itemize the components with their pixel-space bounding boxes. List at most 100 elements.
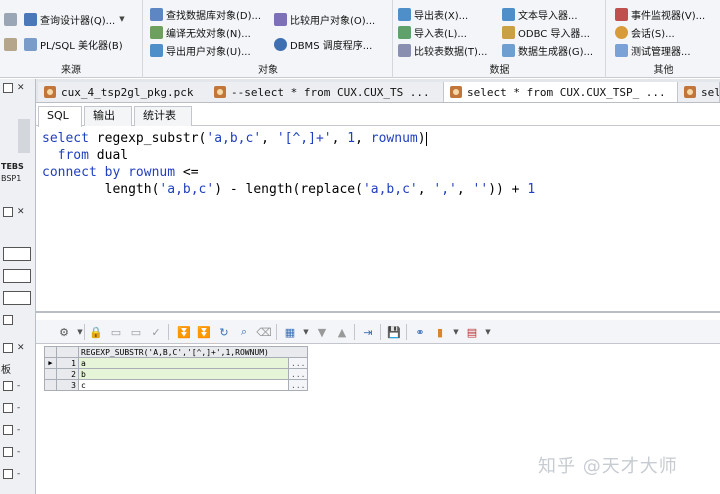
chevron-down-icon[interactable]: ▼ — [72, 324, 88, 340]
panel-scroll-thumb[interactable] — [18, 119, 30, 153]
close-icon[interactable]: ✕ — [17, 83, 25, 93]
list-checkbox-2[interactable] — [3, 403, 13, 413]
plsql-beautifier-button[interactable]: PL/SQL 美化器(B) — [24, 36, 123, 52]
connect-icon[interactable]: ⚭ — [412, 324, 428, 340]
find-db-objects-button[interactable]: 查找数据库对象(D)... — [150, 6, 261, 22]
refresh-icon[interactable]: ↻ — [216, 324, 232, 340]
fetch-last-icon[interactable]: ⏬ — [196, 324, 212, 340]
chart-icon[interactable]: ▮ — [432, 324, 448, 340]
panel-text-ban: 板 — [1, 364, 11, 376]
sessions-button[interactable]: 会话(S)... — [615, 24, 675, 40]
tab-sel[interactable]: sel — [678, 82, 720, 102]
compare-table-data-button[interactable]: 比较表数据(T)... — [398, 42, 487, 58]
panel-checkbox[interactable] — [3, 83, 13, 93]
sql-window-tabs: SQL 输出 统计表 — [36, 104, 720, 127]
fetch-next-icon[interactable]: ⏬ — [176, 324, 192, 340]
test-manager-button[interactable]: 测试管理器... — [615, 42, 691, 58]
tab-output[interactable]: 输出 — [84, 106, 132, 126]
export-user-objects-button[interactable]: 导出用户对象(U)... — [150, 42, 251, 58]
text-import-icon — [502, 7, 515, 21]
tab-select-cux-tsp[interactable]: select * from CUX.CUX_TSP_ ... — [444, 82, 678, 102]
ribbon-group-other: 事件监视器(V)... 会话(S)... 测试管理器... 其他 — [607, 0, 720, 78]
code-line: select regexp_substr('a,b,c', '[^,]+', 1… — [42, 130, 535, 147]
export-grid-icon[interactable]: ▤ — [464, 324, 480, 340]
compare-user-objects-button[interactable]: 比较用户对象(O)... — [274, 11, 375, 27]
ribbon-icon-small-2[interactable] — [4, 36, 20, 52]
panel-list-row-2[interactable]: - — [0, 401, 35, 415]
sql-editor[interactable]: select regexp_substr('a,b,c', '[^,]+', 1… — [36, 127, 720, 313]
panel-list-row-5[interactable]: - — [0, 467, 35, 481]
odbc-importer-button[interactable]: ODBC 导入器... — [502, 24, 590, 40]
results-grid[interactable]: REGEXP_SUBSTR('A,B,C','[^,]+',1,ROWNUM) … — [44, 346, 309, 391]
cell-value[interactable]: b — [78, 368, 289, 380]
save-icon[interactable]: 💾 — [386, 324, 402, 340]
ribbon-icon-small[interactable] — [4, 11, 20, 27]
close-icon-3[interactable]: ✕ — [17, 343, 25, 353]
event-monitor-button[interactable]: 事件监视器(V)... — [615, 6, 705, 22]
chevron-down-icon[interactable]: ▼ — [119, 15, 124, 23]
query-designer-button[interactable]: 查询设计器(Q)... ▼ — [24, 11, 125, 27]
clear-icon[interactable]: ⌫ — [256, 324, 272, 340]
cell-edit-button[interactable]: ... — [287, 379, 309, 391]
sort-down-icon[interactable]: ▼ — [314, 324, 330, 340]
cell-value[interactable]: c — [78, 379, 289, 391]
table-row[interactable]: ▶ 1 a ... — [44, 357, 309, 369]
list-checkbox-3[interactable] — [3, 425, 13, 435]
test-manager-icon — [615, 43, 628, 57]
data-generator-button[interactable]: 数据生成器(G)... — [502, 42, 593, 58]
list-checkbox-1[interactable] — [3, 381, 13, 391]
panel-list-row-1[interactable]: - — [0, 379, 35, 393]
tab-statistics[interactable]: 统计表 — [134, 106, 192, 126]
cell-edit-button[interactable]: ... — [287, 357, 309, 369]
import-table-icon — [398, 25, 411, 39]
lock-icon[interactable]: 🔒 — [88, 324, 104, 340]
chevron-down-icon[interactable]: ▼ — [298, 324, 314, 340]
list-checkbox-5[interactable] — [3, 469, 13, 479]
code-token: ',' — [433, 182, 457, 197]
binoculars-icon[interactable]: ⌕ — [236, 324, 252, 340]
panel-checkbox-4[interactable] — [3, 343, 13, 353]
panel-dropdown-2[interactable] — [3, 269, 31, 283]
table-row[interactable]: 3 c ... — [44, 379, 309, 391]
code-token: '[^,]+' — [276, 131, 332, 146]
export-tables-button[interactable]: 导出表(X)... — [398, 6, 468, 22]
compile-invalid-button[interactable]: 编译无效对象(N)... — [150, 24, 251, 40]
delete-record-icon[interactable]: ▭ — [128, 324, 144, 340]
code-token: length — [245, 182, 293, 197]
code-token: rownum — [370, 131, 418, 146]
sql-code[interactable]: select regexp_substr('a,b,c', '[^,]+', 1… — [42, 130, 535, 198]
grid-view-icon[interactable]: ▦ — [282, 324, 298, 340]
panel-dropdown-3[interactable] — [3, 291, 31, 305]
column-header-regexp[interactable]: REGEXP_SUBSTR('A,B,C','[^,]+',1,ROWNUM) — [77, 346, 309, 358]
sort-up-icon[interactable]: ▲ — [334, 324, 350, 340]
tab-select-cux-ts[interactable]: --select * from CUX.CUX_TS ... — [208, 82, 444, 102]
compare-data-icon — [398, 43, 411, 57]
panel-checkbox-3[interactable] — [3, 315, 13, 325]
list-checkbox-4[interactable] — [3, 447, 13, 457]
link-icon[interactable]: ⇥ — [360, 324, 376, 340]
post-changes-icon[interactable]: ✓ — [148, 324, 164, 340]
toolbar-separator — [380, 324, 381, 340]
odbc-icon — [502, 25, 515, 39]
insert-record-icon[interactable]: ▭ — [108, 324, 124, 340]
beautifier-icon — [24, 37, 37, 51]
dbms-scheduler-button[interactable]: DBMS 调度程序... — [274, 36, 372, 52]
text-importer-button[interactable]: 文本导入器... — [502, 6, 578, 22]
settings-icon[interactable]: ⚙ — [56, 324, 72, 340]
cell-edit-button[interactable]: ... — [287, 368, 309, 380]
chevron-down-icon[interactable]: ▼ — [480, 324, 496, 340]
panel-list-row-3[interactable]: - — [0, 423, 35, 437]
cell-value[interactable]: a — [78, 357, 289, 369]
current-row-arrow-icon: ▶ — [44, 357, 57, 369]
import-tables-button[interactable]: 导入表(L)... — [398, 24, 467, 40]
table-row[interactable]: 2 b ... — [44, 368, 309, 380]
panel-checkbox-2[interactable] — [3, 207, 13, 217]
panel-list-row-4[interactable]: - — [0, 445, 35, 459]
close-icon-2[interactable]: ✕ — [17, 207, 25, 217]
panel-dropdown-1[interactable] — [3, 247, 31, 261]
chevron-down-icon[interactable]: ▼ — [448, 324, 464, 340]
event-monitor-icon — [615, 7, 628, 21]
group-label-objects: 对象 — [258, 65, 278, 76]
tab-sql[interactable]: SQL — [38, 106, 82, 127]
tab-cux-pkg[interactable]: cux_4_tsp2gl_pkg.pck — [38, 82, 218, 102]
